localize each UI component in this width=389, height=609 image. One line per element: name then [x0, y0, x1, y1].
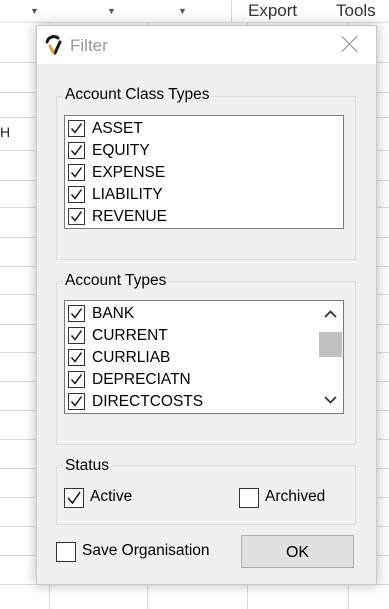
tools-label: Tools	[336, 1, 376, 20]
save-organisation-row[interactable]: Save Organisation	[56, 540, 236, 562]
list-item-label: CURRENT	[92, 327, 168, 344]
list-item-label: BANK	[92, 305, 135, 322]
checkmark-icon	[70, 167, 83, 178]
checkmark-icon	[70, 374, 83, 385]
column-dropdown-icon[interactable]: ▼	[178, 6, 187, 16]
list-item-label: EXPENSE	[92, 164, 166, 181]
active-checkbox-row[interactable]: Active	[64, 486, 174, 508]
checkbox-checked[interactable]	[68, 208, 85, 225]
list-item-label: EQUITY	[92, 142, 150, 159]
checkmark-icon	[67, 491, 81, 505]
checkbox-checked[interactable]	[68, 393, 85, 410]
archived-checkbox[interactable]	[239, 488, 259, 508]
save-organisation-label: Save Organisation	[82, 542, 210, 559]
close-icon[interactable]	[338, 32, 362, 56]
export-menu[interactable]: Export	[242, 0, 303, 22]
list-item-label: REVENUE	[92, 208, 167, 225]
account-types-label: Account Types	[63, 272, 169, 290]
status-label: Status	[63, 457, 111, 475]
ok-button[interactable]: OK	[241, 535, 354, 568]
archived-label: Archived	[265, 488, 326, 505]
sheet-toolbar: ▼ ▼ ▼ Export Tools ▼	[0, 0, 389, 41]
checkbox-checked[interactable]	[68, 164, 85, 181]
archived-checkbox-row[interactable]: Archived	[239, 486, 349, 508]
save-organisation-checkbox[interactable]	[56, 542, 76, 562]
column-dropdown-icon[interactable]: ▼	[30, 6, 39, 16]
dialog-titlebar[interactable]: Filter	[37, 26, 376, 64]
list-item-label: DEPRECIATN	[92, 371, 191, 388]
list-item-label: CURRLIAB	[92, 349, 171, 366]
checkmark-icon	[70, 396, 83, 407]
sheet-cell-text: H	[0, 124, 11, 140]
checkbox-checked[interactable]	[68, 142, 85, 159]
checkmark-icon	[70, 330, 83, 341]
checkmark-icon	[70, 189, 83, 200]
checkbox-checked[interactable]	[68, 327, 85, 344]
account-class-types-label: Account Class Types	[63, 86, 212, 104]
checkmark-icon	[70, 123, 83, 134]
checkbox-checked[interactable]	[68, 305, 85, 322]
active-checkbox[interactable]	[64, 488, 84, 508]
checkmark-icon	[70, 145, 83, 156]
account-class-types-list[interactable]: ASSET EQUITY EXPENSE LIABILITY REVENUE	[64, 115, 344, 229]
list-scrollbar[interactable]	[318, 301, 343, 413]
dialog-title: Filter	[70, 36, 108, 55]
toolbar-divider	[231, 0, 232, 22]
chevron-up-icon[interactable]	[322, 306, 339, 323]
active-label: Active	[90, 488, 133, 505]
checkbox-checked[interactable]	[68, 349, 85, 366]
account-types-list[interactable]: BANK CURRENT CURRLIAB DEPRECIATN DIRECTC…	[64, 300, 344, 414]
checkmark-icon	[70, 211, 83, 222]
list-item-label: ASSET	[92, 120, 143, 137]
checkmark-icon	[70, 352, 83, 363]
tools-menu[interactable]: Tools ▼	[330, 0, 389, 41]
list-item-label: DIRECTCOSTS	[92, 393, 204, 410]
app-logo-icon	[45, 35, 62, 55]
checkmark-icon	[70, 308, 83, 319]
checkbox-checked[interactable]	[68, 186, 85, 203]
column-dropdown-icon[interactable]: ▼	[107, 6, 116, 16]
list-item-label: LIABILITY	[92, 186, 163, 203]
chevron-down-icon[interactable]	[322, 391, 339, 408]
scrollbar-thumb[interactable]	[319, 332, 342, 357]
checkbox-checked[interactable]	[68, 120, 85, 137]
filter-dialog: Filter Account Class Types ASSET EQUITY …	[36, 25, 377, 585]
checkbox-checked[interactable]	[68, 371, 85, 388]
